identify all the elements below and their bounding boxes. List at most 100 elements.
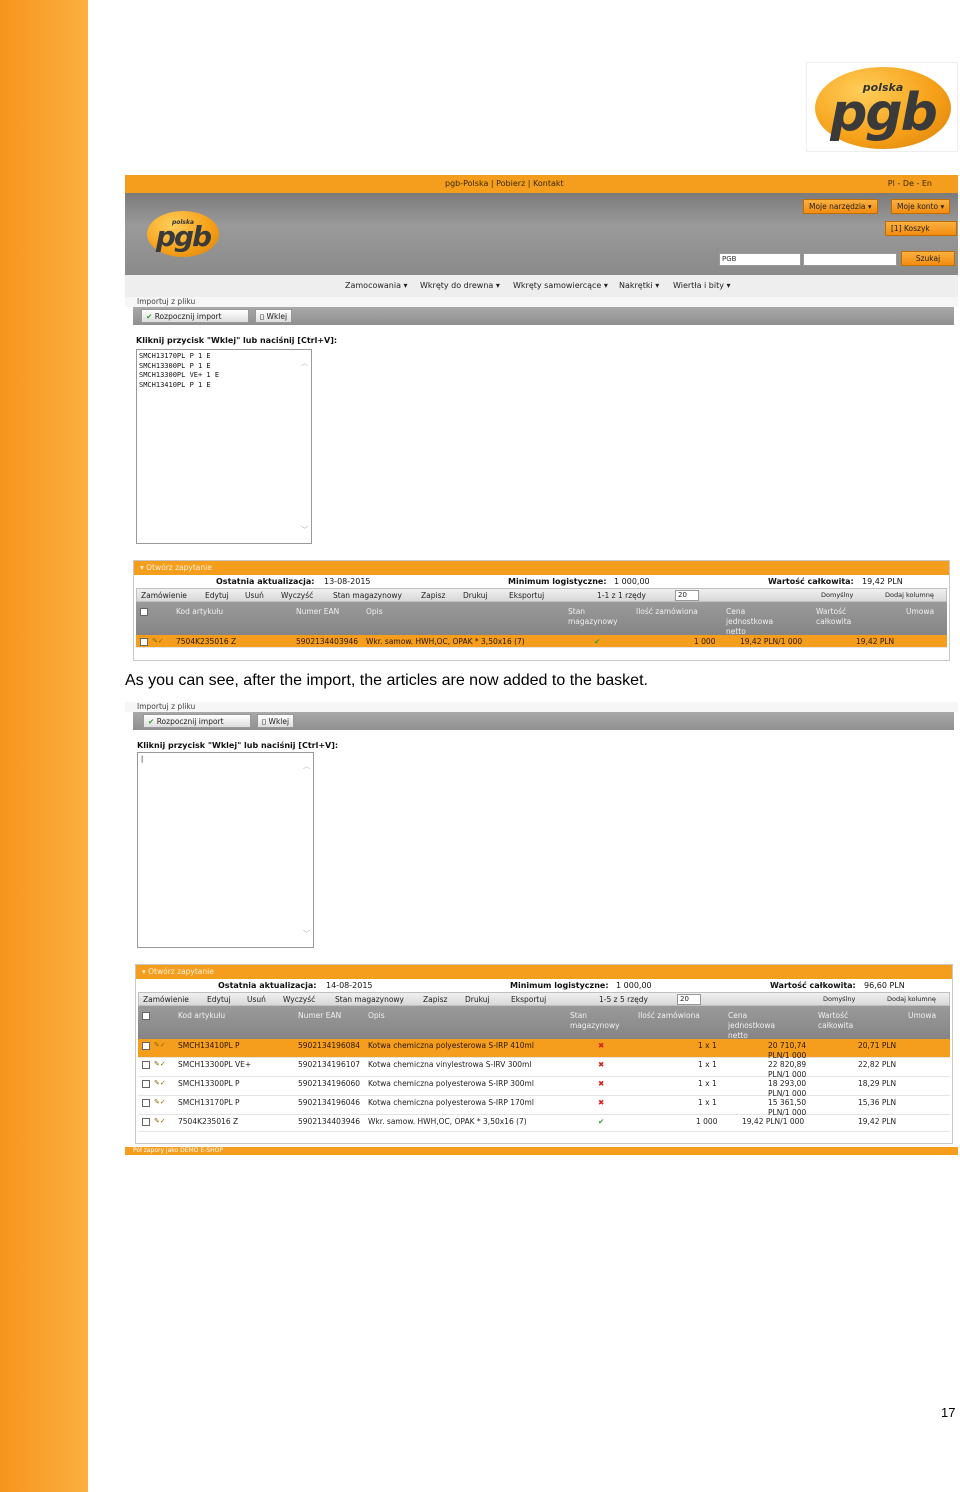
order-button[interactable]: Zamówienie [143, 995, 189, 1004]
edit-button[interactable]: Edytuj [205, 591, 229, 600]
default-view-button[interactable]: Domyślny [823, 995, 855, 1003]
edit-button[interactable]: Edytuj [207, 995, 231, 1004]
row-action-icons[interactable]: ✎✓ [154, 1098, 170, 1107]
logo-big-text: pgb [830, 82, 938, 143]
check-icon: ✔ [148, 717, 155, 726]
screenshot-after-import: Importuj z pliku ✔ Rozpocznij import ▯ W… [125, 702, 958, 1155]
import-toolbar: ✔ Rozpocznij import ▯ Wklej [133, 712, 954, 730]
clear-button[interactable]: Wyczyść [283, 995, 315, 1004]
grid-header: Kod artykułu Numer EAN Opis Stan magazyno… [136, 602, 947, 636]
row-action-icons[interactable]: ✎✓ [154, 1041, 170, 1050]
table-row[interactable]: ✎✓ SMCH13300PL P 5902134196060 Kotwa che… [138, 1077, 950, 1098]
shop-header: polska pgb Moje narzędzia ▾ Moje konto ▾… [125, 193, 958, 275]
page-size-input[interactable]: 20 [677, 994, 701, 1005]
summary-row: Ostatnia aktualizacja: 14-08-2015 Minimu… [218, 981, 905, 990]
table-row[interactable]: ✎✓ 7504K235016 Z 5902134403946 Wkr. samo… [136, 635, 947, 648]
stock-button[interactable]: Stan magazynowy [333, 591, 402, 600]
orange-side-strip [0, 0, 88, 1492]
total-value: 96,60 PLN [864, 981, 905, 990]
menu-item-nuts[interactable]: Nakrętki ▾ [619, 281, 659, 290]
menu-item-wood-screws[interactable]: Wkręty do drewna ▾ [420, 281, 500, 290]
pager-text: 1-1 z 1 rzędy [597, 591, 646, 600]
menu-item-drills[interactable]: Wiertła i bity ▾ [673, 281, 731, 290]
min-logistic-value: 1 000,00 [614, 577, 650, 586]
last-update-value: 13-08-2015 [324, 577, 371, 586]
select-all-checkbox[interactable] [140, 608, 148, 616]
table-row[interactable]: ✎✓ SMCH13170PL P 5902134196046 Kotwa che… [138, 1096, 950, 1117]
paste-textarea[interactable]: | ︿ ﹀ [137, 752, 314, 948]
page-number: 17 [941, 1405, 956, 1420]
export-button[interactable]: Eksportuj [509, 591, 544, 600]
search-button[interactable]: Szukaj [901, 251, 955, 266]
row-action-icons[interactable]: ✎✓ [152, 637, 168, 646]
textarea-line: SMCH13300PL P 1 E [139, 361, 211, 370]
my-account-button[interactable]: Moje konto ▾ [891, 199, 951, 214]
row-checkbox[interactable] [142, 1061, 150, 1069]
search-scope-select[interactable]: PGB [719, 253, 801, 266]
row-action-icons[interactable]: ✎✓ [154, 1079, 170, 1088]
breadcrumb[interactable]: Importuj z pliku [125, 702, 958, 712]
row-checkbox[interactable] [140, 638, 148, 646]
stock-ok-icon: ✔ [594, 637, 601, 646]
main-menu: Zamocowania ▾ Wkręty do drewna ▾ Wkręty … [125, 275, 958, 297]
stock-ok-icon: ✔ [598, 1117, 605, 1126]
stock-unavailable-icon: ✖ [598, 1041, 605, 1050]
stock-unavailable-icon: ✖ [598, 1079, 605, 1088]
request-panel: ▾ Otwórz zapytanie Ostatnia aktualizacja… [133, 560, 950, 661]
pager-text: 1-5 z 5 rzędy [599, 995, 648, 1004]
table-row[interactable]: ✎✓ SMCH13410PL P 5902134196084 Kotwa che… [138, 1039, 950, 1060]
header-logo[interactable]: polska pgb [147, 211, 219, 257]
textarea-line: SMCH13410PL P 1 E [139, 380, 211, 389]
paste-button[interactable]: ▯ Wklej [257, 714, 295, 728]
paste-textarea[interactable]: SMCH13170PL P 1 E SMCH13300PL P 1 E SMCH… [136, 349, 312, 544]
row-checkbox[interactable] [142, 1042, 150, 1050]
my-tools-button[interactable]: Moje narzędzia ▾ [803, 199, 878, 214]
row-checkbox[interactable] [142, 1118, 150, 1126]
search-input[interactable] [803, 253, 897, 266]
row-action-icons[interactable]: ✎✓ [154, 1060, 170, 1069]
summary-row: Ostatnia aktualizacja: 13-08-2015 Minimu… [216, 577, 903, 586]
panel-header[interactable]: ▾ Otwórz zapytanie [134, 561, 949, 575]
start-import-button[interactable]: ✔ Rozpocznij import [143, 714, 251, 728]
print-button[interactable]: Drukuj [465, 995, 490, 1004]
menu-item-self-drilling[interactable]: Wkręty samowiercące ▾ [513, 281, 608, 290]
select-all-checkbox[interactable] [142, 1012, 150, 1020]
save-button[interactable]: Zapisz [421, 591, 445, 600]
order-button[interactable]: Zamówienie [141, 591, 187, 600]
print-button[interactable]: Drukuj [463, 591, 488, 600]
clipboard-icon: ▯ [260, 312, 265, 321]
clear-button[interactable]: Wyczyść [281, 591, 313, 600]
last-update-value: 14-08-2015 [326, 981, 373, 990]
row-action-icons[interactable]: ✎✓ [154, 1117, 170, 1126]
menu-item-fastening[interactable]: Zamocowania ▾ [345, 281, 408, 290]
save-button[interactable]: Zapisz [423, 995, 447, 1004]
request-panel: ▾ Otwórz zapytanie Ostatnia aktualizacja… [135, 964, 953, 1144]
add-column-button[interactable]: Dodaj kolumnę [887, 995, 936, 1003]
export-button[interactable]: Eksportuj [511, 995, 546, 1004]
total-value: 19,42 PLN [862, 577, 903, 586]
add-column-button[interactable]: Dodaj kolumnę [885, 591, 934, 599]
row-checkbox[interactable] [142, 1080, 150, 1088]
default-view-button[interactable]: Domyślny [821, 591, 853, 599]
breadcrumb[interactable]: Importuj z pliku [125, 297, 958, 307]
check-icon: ✔ [146, 312, 153, 321]
screenshot-before-import: pgb-Polska | Pobierz | Kontakt Pl - De -… [125, 175, 958, 661]
cart-button[interactable]: [1] Koszyk [885, 221, 957, 236]
start-import-button[interactable]: ✔ Rozpocznij import [141, 309, 249, 323]
paste-button[interactable]: ▯ Wklej [255, 309, 293, 323]
delete-button[interactable]: Usuń [247, 995, 266, 1004]
stock-button[interactable]: Stan magazynowy [335, 995, 404, 1004]
table-row[interactable]: ✎✓ 7504K235016 Z 5902134403946 Wkr. samo… [138, 1115, 950, 1132]
caption: As you can see, after the import, the ar… [125, 672, 648, 689]
panel-header[interactable]: ▾ Otwórz zapytanie [136, 965, 952, 979]
language-switch[interactable]: Pl - De - En [888, 179, 932, 188]
delete-button[interactable]: Usuń [245, 591, 264, 600]
stock-unavailable-icon: ✖ [598, 1060, 605, 1069]
import-toolbar: ✔ Rozpocznij import ▯ Wklej [133, 307, 954, 325]
textarea-scrollbar[interactable]: ︿ ﹀ [301, 358, 309, 535]
textarea-scrollbar[interactable]: ︿ ﹀ [303, 761, 311, 939]
table-row[interactable]: ✎✓ SMCH13300PL VE+ 5902134196107 Kotwa c… [138, 1058, 950, 1079]
row-checkbox[interactable] [142, 1099, 150, 1107]
page-size-input[interactable]: 20 [675, 590, 699, 601]
top-links[interactable]: pgb-Polska | Pobierz | Kontakt [445, 179, 564, 188]
